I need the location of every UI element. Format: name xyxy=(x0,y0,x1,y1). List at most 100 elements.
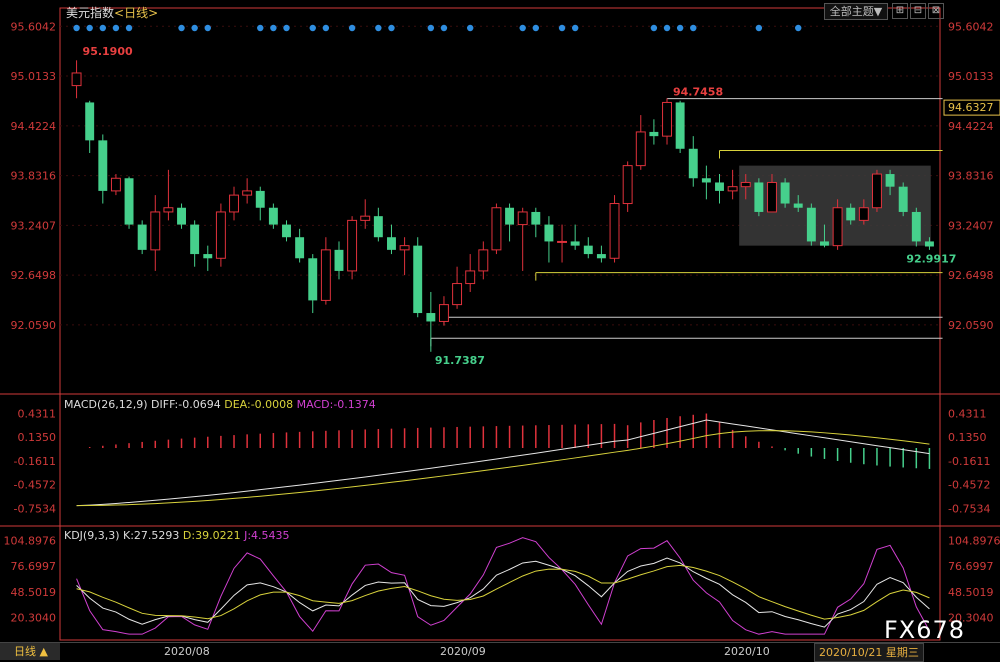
minimize-icon[interactable]: ⊟ xyxy=(910,3,926,19)
kdj-tick-label-right: 48.5019 xyxy=(948,586,994,599)
price-tick-label-left: 93.2407 xyxy=(11,219,57,232)
signal-dot xyxy=(427,24,435,32)
period-tab[interactable]: 日线 ▲ xyxy=(0,643,60,660)
candle-body-down xyxy=(793,203,803,208)
candle-body-down xyxy=(544,224,554,242)
candle-body-up xyxy=(71,72,82,87)
candle-body-down xyxy=(911,211,921,242)
plot-frame xyxy=(59,7,941,641)
candle-body-down xyxy=(583,245,593,255)
candle-body-down xyxy=(203,254,213,259)
signal-dot xyxy=(690,24,697,32)
candle-body-down xyxy=(373,216,383,238)
kdj-tick-label-left: 76.6997 xyxy=(11,560,57,573)
candle-body-up xyxy=(150,211,161,251)
restore-icon[interactable]: ⊞ xyxy=(892,3,908,19)
macd-diff-line xyxy=(76,419,930,507)
signal-dot xyxy=(795,24,802,32)
signal-dot xyxy=(348,24,356,32)
candle-body-down xyxy=(754,182,764,212)
price-tick-label-left: 94.4224 xyxy=(11,120,57,133)
candle-body-up xyxy=(858,207,869,221)
candle-body-up xyxy=(438,304,449,322)
signal-dot xyxy=(257,24,264,32)
candle-body-down xyxy=(177,207,186,225)
signal-dot xyxy=(125,24,133,32)
candle-body-down xyxy=(387,237,396,250)
candle-body-down xyxy=(295,237,305,259)
candle-body-up xyxy=(163,207,174,213)
candle-body-up xyxy=(242,190,253,196)
macd-dea-line xyxy=(76,430,930,507)
price-tick-label-left: 95.0133 xyxy=(11,70,57,83)
candle-body-down xyxy=(505,207,515,225)
kdj-d-line xyxy=(76,564,930,620)
candle-body-down xyxy=(334,249,344,271)
signal-dot xyxy=(99,24,107,32)
signal-dot xyxy=(204,24,211,32)
low-label: 91.7387 xyxy=(435,354,485,367)
price-tick-label-right: 93.8316 xyxy=(948,170,994,183)
candle-body-down xyxy=(846,207,856,221)
signal-dot xyxy=(466,24,474,32)
macd-tick-label-left: -0.7534 xyxy=(14,502,56,515)
candle-body-down xyxy=(531,211,541,225)
candle-body-up xyxy=(517,211,528,226)
period-label[interactable]: <日线> xyxy=(114,6,158,20)
mid-high-label: 94.7458 xyxy=(673,86,723,99)
macd-tick-label-left: -0.1611 xyxy=(14,455,56,468)
candle-body-up xyxy=(491,207,502,251)
candle-body-up xyxy=(110,177,121,192)
kdj-tick-label-right: 76.6997 xyxy=(948,560,994,573)
price-tick-label-right: 94.4224 xyxy=(948,120,994,133)
candle-body-down xyxy=(268,207,278,225)
candle-body-down xyxy=(85,102,95,141)
signal-dot xyxy=(676,24,684,32)
candle-body-down xyxy=(308,258,318,301)
price-tick-label-right: 95.6042 xyxy=(948,20,994,33)
chart-canvas[interactable]: 95.6042 95.6042 95.0133 95.0133 94.4224 94.42… xyxy=(0,0,1000,661)
candle-body-down xyxy=(675,102,685,149)
price-tick-label-left: 93.8316 xyxy=(11,170,57,183)
candle-body-down xyxy=(898,186,908,212)
signal-dot xyxy=(283,24,290,32)
candle-body-down xyxy=(649,131,659,137)
candle-body-down xyxy=(570,241,580,246)
price-tick-label-right: 92.0590 xyxy=(948,319,994,332)
candle-body-down xyxy=(701,178,711,183)
kdj-legend: KDJ(9,3,3) K:27.5293 D:39.0221 J:4.5435 xyxy=(64,529,290,542)
candle-body-up xyxy=(662,101,672,137)
candle-body-up xyxy=(871,173,882,209)
instrument-name: 美元指数 xyxy=(66,6,115,20)
candle-body-down xyxy=(255,190,265,208)
close-icon[interactable]: ⊠ xyxy=(928,3,944,19)
macd-legend: MACD(26,12,9) DIFF:-0.0694 DEA:-0.0008 M… xyxy=(64,398,376,411)
signal-dot xyxy=(571,24,579,32)
signal-dot xyxy=(309,24,316,32)
price-tick-label-left: 92.0590 xyxy=(11,319,57,332)
candle-body-down xyxy=(820,241,829,246)
theme-select-button[interactable]: 全部主题▼ xyxy=(824,3,888,20)
candle-body-down xyxy=(426,313,436,322)
macd-tick-label-right: -0.4572 xyxy=(948,479,990,492)
signal-dot xyxy=(388,24,395,32)
price-tick-label-right: 92.6498 xyxy=(948,269,994,282)
candle-body-up xyxy=(229,194,239,213)
signal-dot xyxy=(375,24,382,32)
candle-body-down xyxy=(282,224,291,238)
macd-tick-label-right: -0.7534 xyxy=(948,502,990,515)
signal-dot xyxy=(112,24,120,32)
price-tick-label-left: 92.6498 xyxy=(11,269,57,282)
macd-macd-value: MACD:-0.1374 xyxy=(296,398,376,411)
candle-body-up xyxy=(557,240,568,243)
candle-body-up xyxy=(622,165,633,205)
macd-tick-label-right: 0.4311 xyxy=(948,408,987,421)
signal-dot xyxy=(191,24,198,32)
candle-body-down xyxy=(124,178,134,225)
candle-body-down xyxy=(190,224,200,255)
signal-dot xyxy=(663,24,671,32)
candle-body-down xyxy=(413,245,423,314)
candle-body-down xyxy=(780,182,790,204)
signal-dot xyxy=(755,24,763,32)
kdj-tick-label-left: 104.8976 xyxy=(4,534,57,547)
